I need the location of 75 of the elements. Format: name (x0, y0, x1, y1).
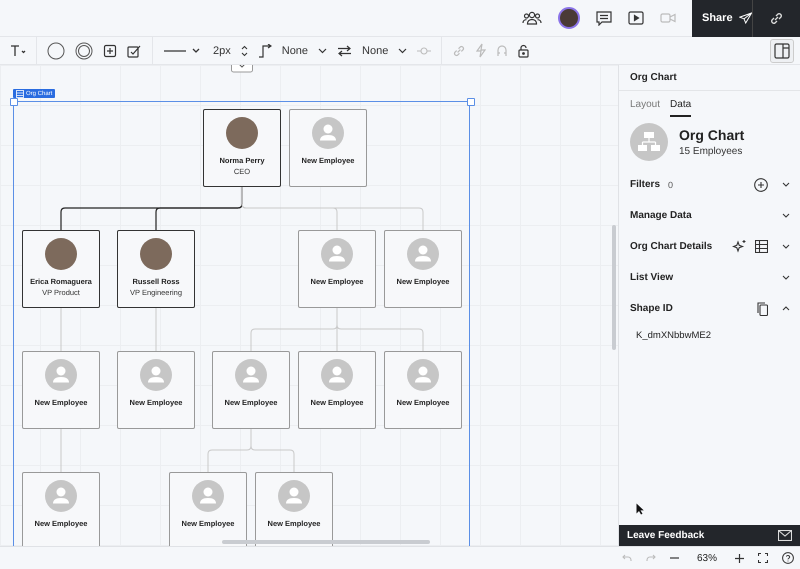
filter-count: 0 (668, 180, 674, 190)
section-title[interactable]: Org Chart Details (630, 241, 712, 252)
fit-screen-icon[interactable] (758, 553, 768, 563)
chevron-down-icon[interactable] (398, 48, 408, 54)
person-icon (235, 359, 267, 391)
org-chart-icon (630, 123, 668, 161)
link-icon (769, 10, 784, 26)
panel-title: Org Chart (619, 65, 800, 91)
person-icon (407, 359, 439, 391)
share-button[interactable]: Share (692, 0, 752, 36)
resize-handle[interactable] (467, 98, 475, 106)
comment-icon[interactable] (596, 10, 612, 26)
section-title[interactable]: Manage Data (630, 210, 692, 221)
play-icon[interactable] (628, 11, 644, 25)
text-tool-icon[interactable] (10, 44, 26, 56)
circle-border-icon[interactable] (75, 42, 93, 60)
zoom-level[interactable]: 63% (696, 552, 717, 564)
chevron-up-icon[interactable] (782, 306, 790, 311)
org-chart-icon (16, 90, 24, 98)
send-icon (738, 11, 752, 25)
connector-line (60, 428, 62, 472)
person-icon (45, 359, 77, 391)
unlock-icon[interactable] (518, 44, 530, 58)
person-icon (312, 117, 344, 149)
shape-id-value: K_dmXNbbwME2 (635, 329, 712, 343)
chevron-down-icon[interactable] (782, 182, 790, 187)
panel-tab[interactable]: Data (670, 99, 692, 117)
panel-toggle-button[interactable] (770, 38, 794, 62)
circle-fill-icon[interactable] (47, 42, 65, 60)
stepper-icon[interactable] (240, 44, 248, 56)
connector-line (60, 308, 62, 352)
line-end-dropdown[interactable]: None (362, 44, 388, 56)
chevron-down-icon[interactable] (318, 48, 328, 54)
horizontal-scrollbar[interactable] (222, 540, 430, 544)
chart-name: Org Chart (679, 127, 744, 143)
add-icon[interactable] (754, 178, 768, 192)
person-icon (45, 480, 77, 512)
user-avatar[interactable] (558, 7, 580, 29)
photo-placeholder (140, 238, 172, 270)
section-title[interactable]: Shape ID (630, 303, 673, 314)
people-icon[interactable] (522, 10, 542, 26)
person-icon (140, 359, 172, 391)
chevron-down-icon[interactable] (782, 244, 790, 249)
chevron-down-icon[interactable] (782, 275, 790, 280)
mouse-cursor-icon (636, 503, 644, 515)
photo-placeholder (45, 238, 77, 270)
sidebar-panel-icon (774, 42, 790, 58)
section-title[interactable]: List View (630, 272, 674, 283)
resize-handle[interactable] (10, 98, 18, 106)
person-icon (278, 480, 310, 512)
frame-icon[interactable] (103, 44, 117, 58)
feedback-label[interactable]: Leave Feedback (627, 530, 704, 541)
section-title[interactable]: Filters (630, 179, 660, 190)
style-icon[interactable] (127, 44, 142, 58)
person-icon (192, 480, 224, 512)
sparkle-icon[interactable] (732, 239, 747, 254)
mail-icon[interactable] (778, 530, 792, 541)
connector-line (250, 428, 294, 472)
line-width-value[interactable]: 2px (213, 44, 231, 56)
zoom-in-icon[interactable] (735, 554, 744, 562)
person-icon (407, 238, 439, 270)
person-icon (321, 238, 353, 270)
vertical-scrollbar[interactable] (612, 225, 616, 350)
swap-arrows-icon[interactable] (337, 44, 352, 56)
elbow-connector-icon[interactable] (258, 44, 272, 58)
panel-tab[interactable]: Layout (630, 99, 660, 117)
table-icon[interactable] (755, 240, 768, 253)
photo-placeholder (226, 117, 258, 149)
employee-count: 15 Employees (679, 146, 744, 157)
help-icon[interactable] (782, 552, 794, 564)
copy-icon[interactable] (757, 302, 768, 316)
person-icon (321, 359, 353, 391)
chevron-down-icon[interactable] (782, 213, 790, 218)
line-start-dropdown[interactable]: None (282, 44, 308, 56)
feedback-bar[interactable]: Leave Feedback (619, 525, 800, 546)
